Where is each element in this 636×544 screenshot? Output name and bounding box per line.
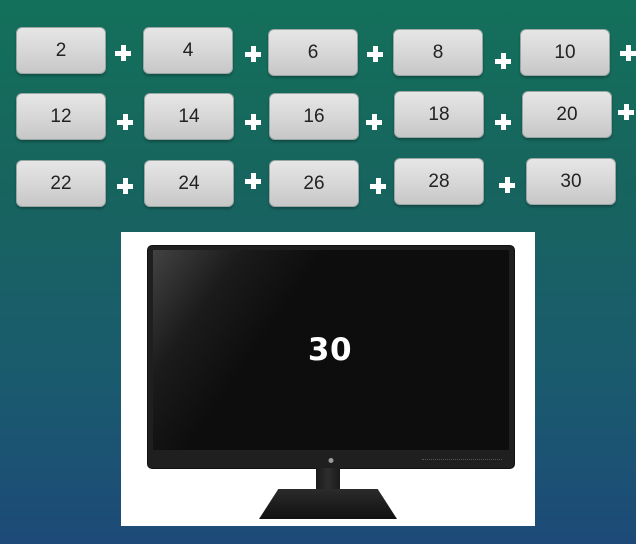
number-tile-8[interactable]: 8 (393, 29, 483, 76)
number-tile-26[interactable]: 26 (269, 160, 359, 207)
number-tile-14[interactable]: 14 (144, 93, 234, 140)
plus-icon (495, 114, 511, 130)
monitor-stand-neck (316, 468, 340, 492)
number-tile-4[interactable]: 4 (143, 27, 233, 74)
bezel-buttons (422, 459, 502, 462)
plus-icon (620, 45, 636, 61)
number-tile-24[interactable]: 24 (144, 160, 234, 207)
plus-icon (366, 114, 382, 130)
plus-icon (245, 173, 261, 189)
number-tile-16[interactable]: 16 (269, 93, 359, 140)
plus-icon (367, 46, 383, 62)
number-tile-12[interactable]: 12 (16, 93, 106, 140)
number-tile-10[interactable]: 10 (520, 29, 610, 76)
plus-icon (499, 177, 515, 193)
plus-icon (117, 114, 133, 130)
monitor-bezel: 30 (148, 246, 514, 468)
number-tile-2[interactable]: 2 (16, 27, 106, 74)
number-tile-6[interactable]: 6 (268, 29, 358, 76)
plus-icon (370, 178, 386, 194)
plus-icon (115, 45, 131, 61)
number-tile-28[interactable]: 28 (394, 158, 484, 205)
lg-logo-icon (328, 458, 334, 463)
monitor-screen: 30 (153, 250, 509, 450)
plus-icon (618, 104, 634, 120)
monitor-display: 30 (121, 232, 535, 526)
number-tile-22[interactable]: 22 (16, 160, 106, 207)
screen-result-value: 30 (307, 332, 353, 368)
monitor-stand-base (259, 489, 397, 519)
plus-icon (117, 178, 133, 194)
number-tile-30[interactable]: 30 (526, 158, 616, 205)
plus-icon (245, 46, 261, 62)
plus-icon (495, 53, 511, 69)
number-tile-18[interactable]: 18 (394, 91, 484, 138)
plus-icon (245, 114, 261, 130)
number-tile-20[interactable]: 20 (522, 91, 612, 138)
